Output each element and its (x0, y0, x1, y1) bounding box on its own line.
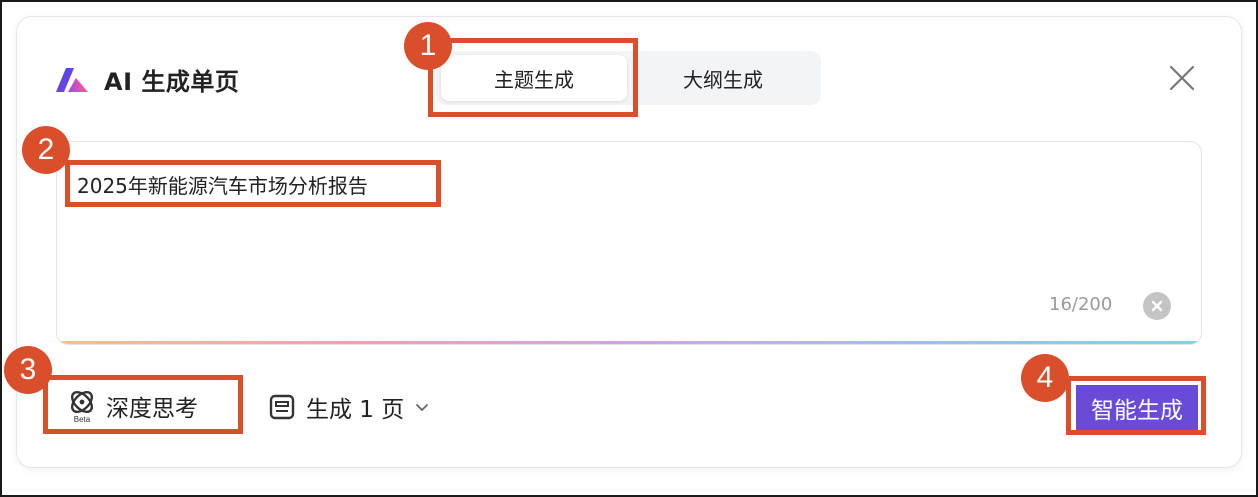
clear-icon (1151, 300, 1163, 312)
annotation-badge-1: 1 (404, 22, 452, 70)
page-icon (269, 394, 295, 420)
annotation-box-4 (1066, 376, 1206, 435)
char-counter: 16/200 (1049, 294, 1113, 315)
close-icon (1169, 65, 1195, 91)
annotation-badge-4: 4 (1021, 354, 1069, 402)
page-count-select[interactable]: 生成 1 页 (268, 390, 430, 424)
annotation-badge-2: 2 (22, 126, 70, 174)
annotation-badge-3: 3 (4, 346, 52, 394)
dialog-title: AI 生成单页 (104, 68, 240, 96)
tab-outline-generate[interactable]: 大纲生成 (630, 55, 816, 101)
page-count-label: 生成 1 页 (306, 397, 405, 423)
brand-logo-icon (56, 67, 88, 92)
annotation-box-1 (428, 38, 638, 117)
annotation-box-2 (65, 160, 441, 207)
chevron-down-icon (416, 404, 429, 411)
close-button[interactable] (1166, 62, 1198, 94)
annotation-box-3 (43, 375, 243, 434)
dialog-header: AI 生成单页 (54, 62, 239, 97)
clear-input-button[interactable] (1143, 292, 1171, 320)
